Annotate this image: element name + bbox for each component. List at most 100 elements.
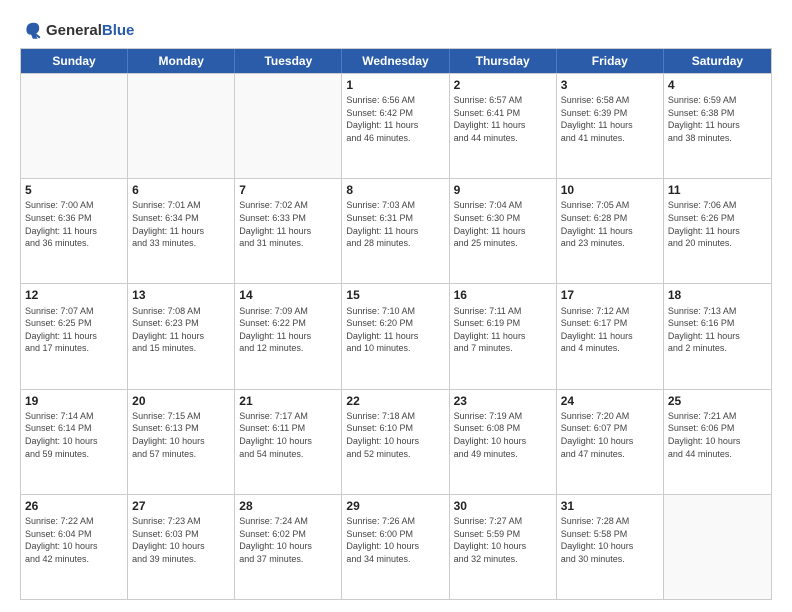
cal-cell-empty bbox=[21, 74, 128, 178]
cal-cell-day-4: 4Sunrise: 6:59 AMSunset: 6:38 PMDaylight… bbox=[664, 74, 771, 178]
cell-info: Sunrise: 7:04 AMSunset: 6:30 PMDaylight:… bbox=[454, 199, 552, 249]
cell-info: Sunrise: 7:27 AMSunset: 5:59 PMDaylight:… bbox=[454, 515, 552, 565]
day-number: 5 bbox=[25, 182, 123, 198]
cell-info: Sunrise: 6:56 AMSunset: 6:42 PMDaylight:… bbox=[346, 94, 444, 144]
day-number: 16 bbox=[454, 287, 552, 303]
day-number: 30 bbox=[454, 498, 552, 514]
cal-cell-day-21: 21Sunrise: 7:17 AMSunset: 6:11 PMDayligh… bbox=[235, 390, 342, 494]
day-number: 6 bbox=[132, 182, 230, 198]
cal-cell-day-13: 13 Sunrise: 7:08 AMSunset: 6:23 PMDayligh… bbox=[128, 284, 235, 388]
cal-cell-day-8: 8Sunrise: 7:03 AMSunset: 6:31 PMDaylight… bbox=[342, 179, 449, 283]
cell-info: Sunrise: 7:00 AMSunset: 6:36 PMDaylight:… bbox=[25, 199, 123, 249]
cell-info: Sunrise: 7:06 AMSunset: 6:26 PMDaylight:… bbox=[668, 199, 767, 249]
logo-general: General bbox=[46, 22, 102, 39]
cell-info: Sunrise: 7:08 AMSunset: 6:23 PMDaylight:… bbox=[132, 305, 230, 355]
day-number: 28 bbox=[239, 498, 337, 514]
header-day-saturday: Saturday bbox=[664, 49, 771, 73]
cal-cell-day-7: 7Sunrise: 7:02 AMSunset: 6:33 PMDaylight… bbox=[235, 179, 342, 283]
cell-info: Sunrise: 7:15 AMSunset: 6:13 PMDaylight:… bbox=[132, 410, 230, 460]
cell-info: Sunrise: 7:28 AMSunset: 5:58 PMDaylight:… bbox=[561, 515, 659, 565]
cal-cell-day-30: 30Sunrise: 7:27 AMSunset: 5:59 PMDayligh… bbox=[450, 495, 557, 599]
day-number: 12 bbox=[25, 287, 123, 303]
day-number: 2 bbox=[454, 77, 552, 93]
cal-cell-day-20: 20Sunrise: 7:15 AMSunset: 6:13 PMDayligh… bbox=[128, 390, 235, 494]
day-number: 7 bbox=[239, 182, 337, 198]
cell-info: Sunrise: 7:20 AMSunset: 6:07 PMDaylight:… bbox=[561, 410, 659, 460]
cell-info: Sunrise: 7:18 AMSunset: 6:10 PMDaylight:… bbox=[346, 410, 444, 460]
cal-cell-day-25: 25Sunrise: 7:21 AMSunset: 6:06 PMDayligh… bbox=[664, 390, 771, 494]
page: General Blue SundayMondayTuesdayWednesda… bbox=[0, 0, 792, 612]
cell-info: Sunrise: 7:09 AMSunset: 6:22 PMDaylight:… bbox=[239, 305, 337, 355]
cell-info: Sunrise: 7:02 AMSunset: 6:33 PMDaylight:… bbox=[239, 199, 337, 249]
cell-info: Sunrise: 7:07 AMSunset: 6:25 PMDaylight:… bbox=[25, 305, 123, 355]
cell-info: Sunrise: 7:03 AMSunset: 6:31 PMDaylight:… bbox=[346, 199, 444, 249]
day-number: 19 bbox=[25, 393, 123, 409]
cell-info: Sunrise: 7:11 AMSunset: 6:19 PMDaylight:… bbox=[454, 305, 552, 355]
day-number: 8 bbox=[346, 182, 444, 198]
cell-info: Sunrise: 7:19 AMSunset: 6:08 PMDaylight:… bbox=[454, 410, 552, 460]
cal-cell-day-11: 11Sunrise: 7:06 AMSunset: 6:26 PMDayligh… bbox=[664, 179, 771, 283]
day-number: 13 bbox=[132, 287, 230, 303]
cal-cell-day-12: 12 Sunrise: 7:07 AMSunset: 6:25 PMDayligh… bbox=[21, 284, 128, 388]
day-number: 9 bbox=[454, 182, 552, 198]
day-number: 18 bbox=[668, 287, 767, 303]
cell-info: Sunrise: 7:12 AMSunset: 6:17 PMDaylight:… bbox=[561, 305, 659, 355]
day-number: 26 bbox=[25, 498, 123, 514]
cal-cell-day-15: 15 Sunrise: 7:10 AMSunset: 6:20 PMDayligh… bbox=[342, 284, 449, 388]
header-day-thursday: Thursday bbox=[450, 49, 557, 73]
cell-info: Sunrise: 6:58 AMSunset: 6:39 PMDaylight:… bbox=[561, 94, 659, 144]
cell-info: Sunrise: 6:57 AMSunset: 6:41 PMDaylight:… bbox=[454, 94, 552, 144]
cal-row-2: 12 Sunrise: 7:07 AMSunset: 6:25 PMDayligh… bbox=[21, 283, 771, 388]
cal-cell-empty bbox=[128, 74, 235, 178]
cell-info: Sunrise: 7:14 AMSunset: 6:14 PMDaylight:… bbox=[25, 410, 123, 460]
cal-row-4: 26Sunrise: 7:22 AMSunset: 6:04 PMDayligh… bbox=[21, 494, 771, 599]
cell-info: Sunrise: 7:01 AMSunset: 6:34 PMDaylight:… bbox=[132, 199, 230, 249]
day-number: 25 bbox=[668, 393, 767, 409]
cal-cell-day-26: 26Sunrise: 7:22 AMSunset: 6:04 PMDayligh… bbox=[21, 495, 128, 599]
cell-info: Sunrise: 7:22 AMSunset: 6:04 PMDaylight:… bbox=[25, 515, 123, 565]
header-day-friday: Friday bbox=[557, 49, 664, 73]
header-day-wednesday: Wednesday bbox=[342, 49, 449, 73]
cal-cell-day-22: 22Sunrise: 7:18 AMSunset: 6:10 PMDayligh… bbox=[342, 390, 449, 494]
day-number: 22 bbox=[346, 393, 444, 409]
cal-cell-day-28: 28Sunrise: 7:24 AMSunset: 6:02 PMDayligh… bbox=[235, 495, 342, 599]
cell-info: Sunrise: 7:05 AMSunset: 6:28 PMDaylight:… bbox=[561, 199, 659, 249]
header-day-sunday: Sunday bbox=[21, 49, 128, 73]
day-number: 21 bbox=[239, 393, 337, 409]
cell-info: Sunrise: 7:13 AMSunset: 6:16 PMDaylight:… bbox=[668, 305, 767, 355]
header: General Blue bbox=[20, 18, 772, 42]
cell-info: Sunrise: 6:59 AMSunset: 6:38 PMDaylight:… bbox=[668, 94, 767, 144]
cal-cell-day-23: 23Sunrise: 7:19 AMSunset: 6:08 PMDayligh… bbox=[450, 390, 557, 494]
cal-cell-day-18: 18 Sunrise: 7:13 AMSunset: 6:16 PMDayligh… bbox=[664, 284, 771, 388]
cal-cell-day-3: 3Sunrise: 6:58 AMSunset: 6:39 PMDaylight… bbox=[557, 74, 664, 178]
cell-info: Sunrise: 7:10 AMSunset: 6:20 PMDaylight:… bbox=[346, 305, 444, 355]
cal-row-0: 1Sunrise: 6:56 AMSunset: 6:42 PMDaylight… bbox=[21, 73, 771, 178]
cal-row-1: 5Sunrise: 7:00 AMSunset: 6:36 PMDaylight… bbox=[21, 178, 771, 283]
cal-cell-day-6: 6Sunrise: 7:01 AMSunset: 6:34 PMDaylight… bbox=[128, 179, 235, 283]
calendar: SundayMondayTuesdayWednesdayThursdayFrid… bbox=[20, 48, 772, 600]
day-number: 29 bbox=[346, 498, 444, 514]
day-number: 14 bbox=[239, 287, 337, 303]
header-day-tuesday: Tuesday bbox=[235, 49, 342, 73]
cal-cell-day-16: 16 Sunrise: 7:11 AMSunset: 6:19 PMDayligh… bbox=[450, 284, 557, 388]
day-number: 20 bbox=[132, 393, 230, 409]
day-number: 27 bbox=[132, 498, 230, 514]
day-number: 10 bbox=[561, 182, 659, 198]
logo-icon bbox=[20, 18, 44, 42]
day-number: 4 bbox=[668, 77, 767, 93]
day-number: 11 bbox=[668, 182, 767, 198]
calendar-body: 1Sunrise: 6:56 AMSunset: 6:42 PMDaylight… bbox=[21, 73, 771, 599]
cell-info: Sunrise: 7:21 AMSunset: 6:06 PMDaylight:… bbox=[668, 410, 767, 460]
day-number: 3 bbox=[561, 77, 659, 93]
day-number: 31 bbox=[561, 498, 659, 514]
cal-cell-day-10: 10Sunrise: 7:05 AMSunset: 6:28 PMDayligh… bbox=[557, 179, 664, 283]
day-number: 1 bbox=[346, 77, 444, 93]
cal-cell-empty bbox=[664, 495, 771, 599]
cal-cell-day-17: 17Sunrise: 7:12 AMSunset: 6:17 PMDayligh… bbox=[557, 284, 664, 388]
cal-cell-day-19: 19Sunrise: 7:14 AMSunset: 6:14 PMDayligh… bbox=[21, 390, 128, 494]
cal-cell-day-29: 29Sunrise: 7:26 AMSunset: 6:00 PMDayligh… bbox=[342, 495, 449, 599]
day-number: 15 bbox=[346, 287, 444, 303]
cal-cell-day-24: 24Sunrise: 7:20 AMSunset: 6:07 PMDayligh… bbox=[557, 390, 664, 494]
day-number: 24 bbox=[561, 393, 659, 409]
cell-info: Sunrise: 7:17 AMSunset: 6:11 PMDaylight:… bbox=[239, 410, 337, 460]
